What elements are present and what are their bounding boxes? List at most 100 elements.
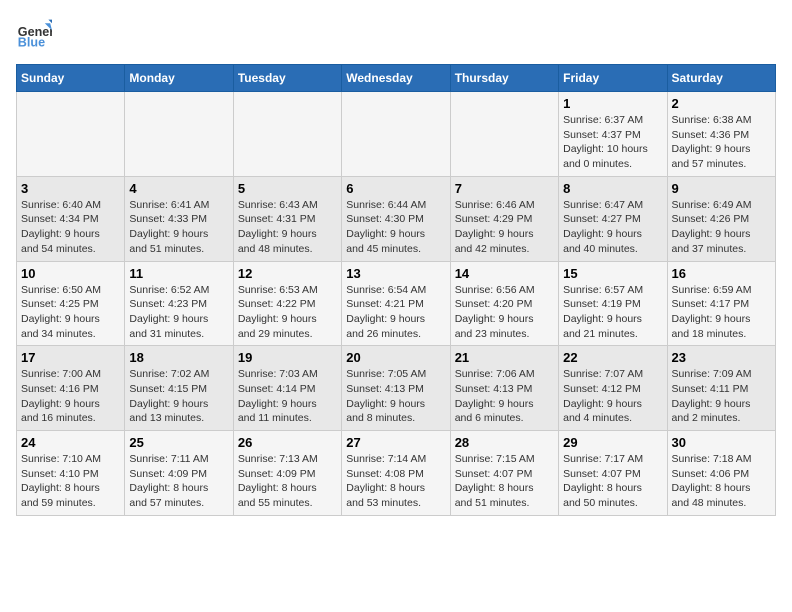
day-detail: Sunrise: 6:53 AM Sunset: 4:22 PM Dayligh… [238,283,337,342]
day-detail: Sunrise: 7:05 AM Sunset: 4:13 PM Dayligh… [346,367,445,426]
day-detail: Sunrise: 7:09 AM Sunset: 4:11 PM Dayligh… [672,367,771,426]
day-detail: Sunrise: 7:14 AM Sunset: 4:08 PM Dayligh… [346,452,445,511]
weekday-header: Sunday [17,65,125,92]
calendar-cell: 10 Sunrise: 6:50 AM Sunset: 4:25 PM Dayli… [17,261,125,346]
calendar-cell: 29 Sunrise: 7:17 AM Sunset: 4:07 PM Dayli… [559,431,667,516]
day-detail: Sunrise: 6:43 AM Sunset: 4:31 PM Dayligh… [238,198,337,257]
svg-text:Blue: Blue [18,36,45,50]
calendar-cell: 7 Sunrise: 6:46 AM Sunset: 4:29 PM Daylig… [450,176,558,261]
day-detail: Sunrise: 6:46 AM Sunset: 4:29 PM Dayligh… [455,198,554,257]
day-number: 12 [238,266,337,281]
day-number: 9 [672,181,771,196]
day-detail: Sunrise: 7:00 AM Sunset: 4:16 PM Dayligh… [21,367,120,426]
calendar-week-row: 17 Sunrise: 7:00 AM Sunset: 4:16 PM Dayli… [17,346,776,431]
day-detail: Sunrise: 6:40 AM Sunset: 4:34 PM Dayligh… [21,198,120,257]
day-detail: Sunrise: 6:37 AM Sunset: 4:37 PM Dayligh… [563,113,662,172]
calendar-week-row: 24Sunrise: 7:10 AM Sunset: 4:10 PM Dayli… [17,431,776,516]
day-number: 7 [455,181,554,196]
day-detail: Sunrise: 6:49 AM Sunset: 4:26 PM Dayligh… [672,198,771,257]
calendar-cell: 28 Sunrise: 7:15 AM Sunset: 4:07 PM Dayli… [450,431,558,516]
day-detail: Sunrise: 6:56 AM Sunset: 4:20 PM Dayligh… [455,283,554,342]
calendar-week-row: 3 Sunrise: 6:40 AM Sunset: 4:34 PM Daylig… [17,176,776,261]
calendar-cell [17,92,125,177]
weekday-header: Thursday [450,65,558,92]
calendar-cell: 20Sunrise: 7:05 AM Sunset: 4:13 PM Dayli… [342,346,450,431]
day-number: 29 [563,435,662,450]
day-number: 26 [238,435,337,450]
calendar-cell: 11 Sunrise: 6:52 AM Sunset: 4:23 PM Dayli… [125,261,233,346]
calendar-cell: 16 Sunrise: 6:59 AM Sunset: 4:17 PM Dayli… [667,261,775,346]
calendar-cell: 15 Sunrise: 6:57 AM Sunset: 4:19 PM Dayli… [559,261,667,346]
day-detail: Sunrise: 7:15 AM Sunset: 4:07 PM Dayligh… [455,452,554,511]
calendar-header-row: SundayMondayTuesdayWednesdayThursdayFrid… [17,65,776,92]
calendar-cell: 12 Sunrise: 6:53 AM Sunset: 4:22 PM Dayli… [233,261,341,346]
calendar-cell: 8 Sunrise: 6:47 AM Sunset: 4:27 PM Daylig… [559,176,667,261]
day-detail: Sunrise: 7:10 AM Sunset: 4:10 PM Dayligh… [21,452,120,511]
day-number: 1 [563,96,662,111]
calendar-cell [450,92,558,177]
day-detail: Sunrise: 6:52 AM Sunset: 4:23 PM Dayligh… [129,283,228,342]
day-detail: Sunrise: 7:13 AM Sunset: 4:09 PM Dayligh… [238,452,337,511]
day-number: 11 [129,266,228,281]
day-number: 8 [563,181,662,196]
calendar-cell: 14Sunrise: 6:56 AM Sunset: 4:20 PM Dayli… [450,261,558,346]
calendar-cell: 18 Sunrise: 7:02 AM Sunset: 4:15 PM Dayli… [125,346,233,431]
calendar-cell: 17 Sunrise: 7:00 AM Sunset: 4:16 PM Dayli… [17,346,125,431]
day-detail: Sunrise: 6:47 AM Sunset: 4:27 PM Dayligh… [563,198,662,257]
day-detail: Sunrise: 6:57 AM Sunset: 4:19 PM Dayligh… [563,283,662,342]
calendar-cell: 26 Sunrise: 7:13 AM Sunset: 4:09 PM Dayli… [233,431,341,516]
calendar-cell [342,92,450,177]
day-number: 4 [129,181,228,196]
day-number: 5 [238,181,337,196]
calendar-cell: 22 Sunrise: 7:07 AM Sunset: 4:12 PM Dayli… [559,346,667,431]
calendar-cell: 19 Sunrise: 7:03 AM Sunset: 4:14 PM Dayli… [233,346,341,431]
calendar-cell: 3 Sunrise: 6:40 AM Sunset: 4:34 PM Daylig… [17,176,125,261]
day-number: 15 [563,266,662,281]
day-detail: Sunrise: 7:11 AM Sunset: 4:09 PM Dayligh… [129,452,228,511]
day-number: 19 [238,350,337,365]
calendar-table: SundayMondayTuesdayWednesdayThursdayFrid… [16,64,776,516]
day-number: 18 [129,350,228,365]
day-detail: Sunrise: 6:38 AM Sunset: 4:36 PM Dayligh… [672,113,771,172]
weekday-header: Saturday [667,65,775,92]
day-number: 16 [672,266,771,281]
day-detail: Sunrise: 7:17 AM Sunset: 4:07 PM Dayligh… [563,452,662,511]
day-number: 3 [21,181,120,196]
day-number: 22 [563,350,662,365]
day-detail: Sunrise: 6:50 AM Sunset: 4:25 PM Dayligh… [21,283,120,342]
calendar-cell: 24Sunrise: 7:10 AM Sunset: 4:10 PM Dayli… [17,431,125,516]
day-number: 13 [346,266,445,281]
day-number: 17 [21,350,120,365]
calendar-cell: 5 Sunrise: 6:43 AM Sunset: 4:31 PM Daylig… [233,176,341,261]
calendar-week-row: 10 Sunrise: 6:50 AM Sunset: 4:25 PM Dayli… [17,261,776,346]
weekday-header: Wednesday [342,65,450,92]
calendar-cell: 25 Sunrise: 7:11 AM Sunset: 4:09 PM Dayli… [125,431,233,516]
calendar-cell: 30 Sunrise: 7:18 AM Sunset: 4:06 PM Dayli… [667,431,775,516]
day-number: 23 [672,350,771,365]
day-detail: Sunrise: 7:06 AM Sunset: 4:13 PM Dayligh… [455,367,554,426]
day-detail: Sunrise: 7:18 AM Sunset: 4:06 PM Dayligh… [672,452,771,511]
day-detail: Sunrise: 7:02 AM Sunset: 4:15 PM Dayligh… [129,367,228,426]
logo-icon: General Blue [16,16,52,52]
calendar-cell: 27 Sunrise: 7:14 AM Sunset: 4:08 PM Dayli… [342,431,450,516]
day-number: 21 [455,350,554,365]
day-number: 28 [455,435,554,450]
weekday-header: Tuesday [233,65,341,92]
weekday-header: Friday [559,65,667,92]
day-number: 2 [672,96,771,111]
day-detail: Sunrise: 7:07 AM Sunset: 4:12 PM Dayligh… [563,367,662,426]
calendar-cell: 4Sunrise: 6:41 AM Sunset: 4:33 PM Daylig… [125,176,233,261]
calendar-cell: 9 Sunrise: 6:49 AM Sunset: 4:26 PM Daylig… [667,176,775,261]
day-detail: Sunrise: 7:03 AM Sunset: 4:14 PM Dayligh… [238,367,337,426]
calendar-cell: 1 Sunrise: 6:37 AM Sunset: 4:37 PM Daylig… [559,92,667,177]
logo: General Blue [16,16,56,52]
weekday-header: Monday [125,65,233,92]
day-number: 25 [129,435,228,450]
calendar-cell: 6Sunrise: 6:44 AM Sunset: 4:30 PM Daylig… [342,176,450,261]
calendar-week-row: 1 Sunrise: 6:37 AM Sunset: 4:37 PM Daylig… [17,92,776,177]
calendar-cell [233,92,341,177]
day-number: 10 [21,266,120,281]
day-number: 27 [346,435,445,450]
day-detail: Sunrise: 6:59 AM Sunset: 4:17 PM Dayligh… [672,283,771,342]
day-number: 30 [672,435,771,450]
